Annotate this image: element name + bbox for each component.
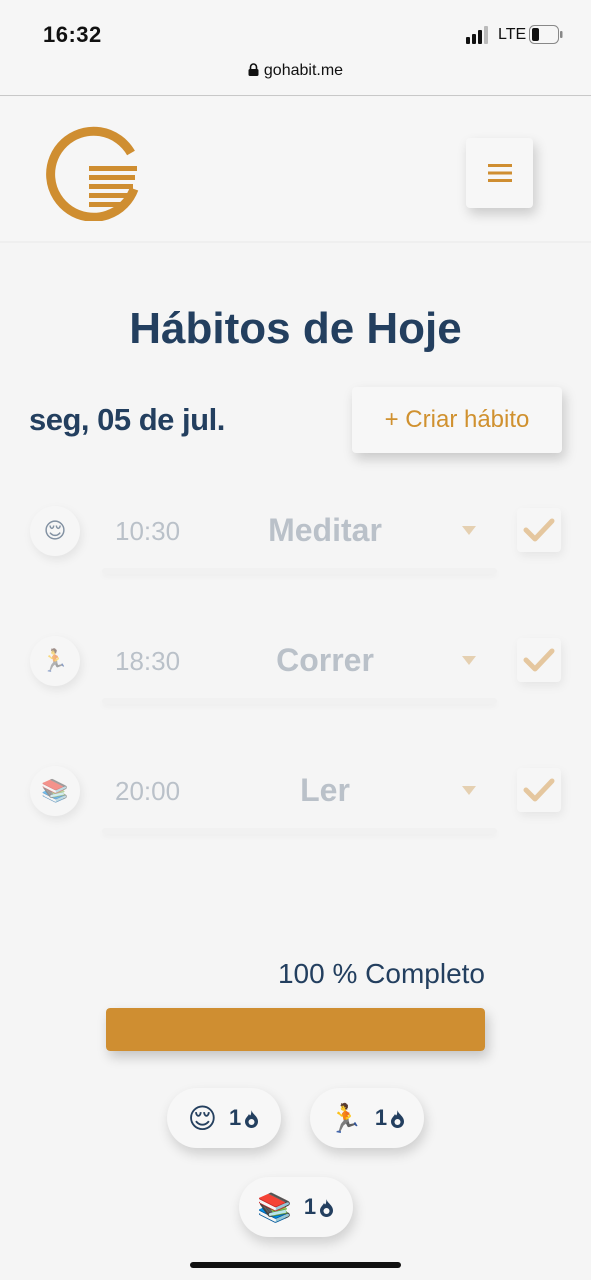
streak-count-value: 1 [374, 1105, 388, 1130]
habit-time: 10:30 [115, 516, 181, 546]
streak-count: 1 [304, 1194, 335, 1220]
chevron-down-icon[interactable] [462, 526, 476, 535]
progress-fill [106, 1008, 485, 1051]
flame-icon [245, 1109, 259, 1128]
url-text: gohabit.me [263, 62, 344, 79]
status-bar: 16:32 LTE gohabit.me [0, 0, 591, 96]
address-bar[interactable]: gohabit.me [0, 62, 591, 80]
streak-badge: 📚 1 [239, 1177, 353, 1237]
habit-time: 18:30 [115, 646, 181, 676]
streak-badge: 🏃 1 [310, 1088, 424, 1148]
menu-button[interactable] [466, 138, 533, 208]
streak-badge: 😌 1 [167, 1088, 281, 1148]
progress-label: 100 % Completo [277, 958, 485, 989]
page-title: Hábitos de Hoje [129, 304, 462, 353]
battery-icon [529, 25, 563, 44]
habit-name: Meditar [268, 512, 382, 548]
habit-emoji: 🏃 [30, 636, 80, 686]
complete-habit-button[interactable] [517, 768, 561, 812]
streak-count-value: 1 [303, 1194, 317, 1219]
gohabit-logo[interactable] [43, 125, 139, 221]
create-habit-button[interactable]: + Criar hábito [352, 387, 562, 453]
check-icon [523, 518, 555, 542]
streak-count-value: 1 [228, 1105, 242, 1130]
habit-divider [102, 568, 497, 574]
hamburger-icon [487, 164, 512, 182]
date-label: seg, 05 de jul. [29, 402, 225, 437]
chevron-down-icon[interactable] [462, 656, 476, 665]
site-header [0, 97, 591, 243]
network-label: LTE [498, 26, 527, 43]
habit-divider [102, 828, 497, 834]
habit-emoji: 😌 [30, 506, 80, 556]
signal-icon [466, 26, 488, 44]
flame-icon [320, 1198, 334, 1217]
habit-divider [102, 698, 497, 704]
streak-emoji: 📚 [256, 1191, 292, 1223]
chevron-down-icon[interactable] [462, 786, 476, 795]
habit-row[interactable]: 😌 10:30 Meditar [0, 506, 591, 596]
streak-emoji: 😌 [187, 1102, 217, 1134]
complete-habit-button[interactable] [517, 638, 561, 682]
streak-emoji: 🏃 [327, 1102, 363, 1134]
habit-name: Correr [276, 642, 374, 678]
habit-name: Ler [300, 772, 350, 808]
habit-emoji: 📚 [30, 766, 80, 816]
streak-count: 1 [375, 1105, 406, 1131]
flame-icon [391, 1109, 405, 1128]
progress-bar [106, 1008, 485, 1051]
habit-time: 20:00 [115, 776, 181, 806]
complete-habit-button[interactable] [517, 508, 561, 552]
check-icon [523, 648, 555, 672]
status-time: 16:32 [43, 22, 102, 47]
lock-icon [248, 63, 259, 76]
streak-count: 1 [229, 1105, 260, 1131]
check-icon [523, 778, 555, 802]
habit-row[interactable]: 📚 20:00 Ler [0, 766, 591, 856]
habit-row[interactable]: 🏃 18:30 Correr [0, 636, 591, 726]
home-indicator[interactable] [190, 1262, 401, 1268]
